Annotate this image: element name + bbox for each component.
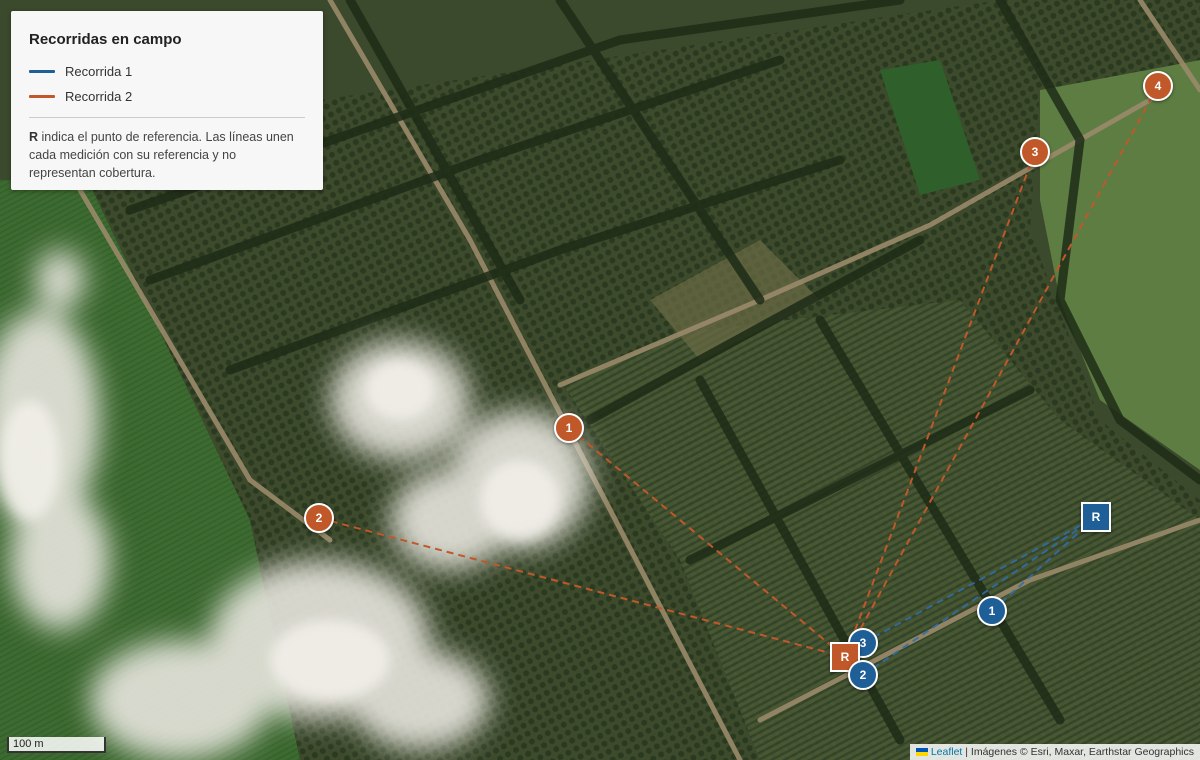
attribution-text: Imágenes © Esri, Maxar, Earthstar Geogra… xyxy=(970,746,1194,758)
legend-title: Recorridas en campo xyxy=(29,31,182,48)
legend-item-route1: Recorrida 1 xyxy=(29,59,305,84)
attribution-separator: | xyxy=(962,746,971,758)
legend-divider xyxy=(29,117,305,118)
route2-swatch xyxy=(29,95,55,98)
scale-bar: 100 m xyxy=(7,737,106,753)
route2-point-2[interactable]: 2 xyxy=(304,503,334,533)
route2-point-4[interactable]: 4 xyxy=(1143,71,1173,101)
leaflet-link[interactable]: Leaflet xyxy=(931,744,963,760)
route1-reference-marker[interactable]: R xyxy=(1081,502,1111,532)
route1-point-1[interactable]: 1 xyxy=(977,596,1007,626)
ukraine-flag-icon xyxy=(915,748,928,756)
map-attribution: Leaflet | Imágenes © Esri, Maxar, Earths… xyxy=(909,744,1200,760)
map-legend: Recorridas en campo Recorrida 1 Recorrid… xyxy=(11,11,323,190)
legend-note-text: indica el punto de referencia. Las línea… xyxy=(29,130,294,180)
legend-route1-label: Recorrida 1 xyxy=(65,64,133,79)
route2-point-1[interactable]: 1 xyxy=(554,413,584,443)
route1-point-2[interactable]: 2 xyxy=(848,660,878,690)
legend-item-route2: Recorrida 2 xyxy=(29,84,305,109)
route2-point-3[interactable]: 3 xyxy=(1020,137,1050,167)
legend-note-bold: R xyxy=(29,130,39,144)
legend-note: R indica el punto de referencia. Las lín… xyxy=(29,128,305,182)
route1-swatch xyxy=(29,70,55,73)
legend-route2-label: Recorrida 2 xyxy=(65,89,133,104)
